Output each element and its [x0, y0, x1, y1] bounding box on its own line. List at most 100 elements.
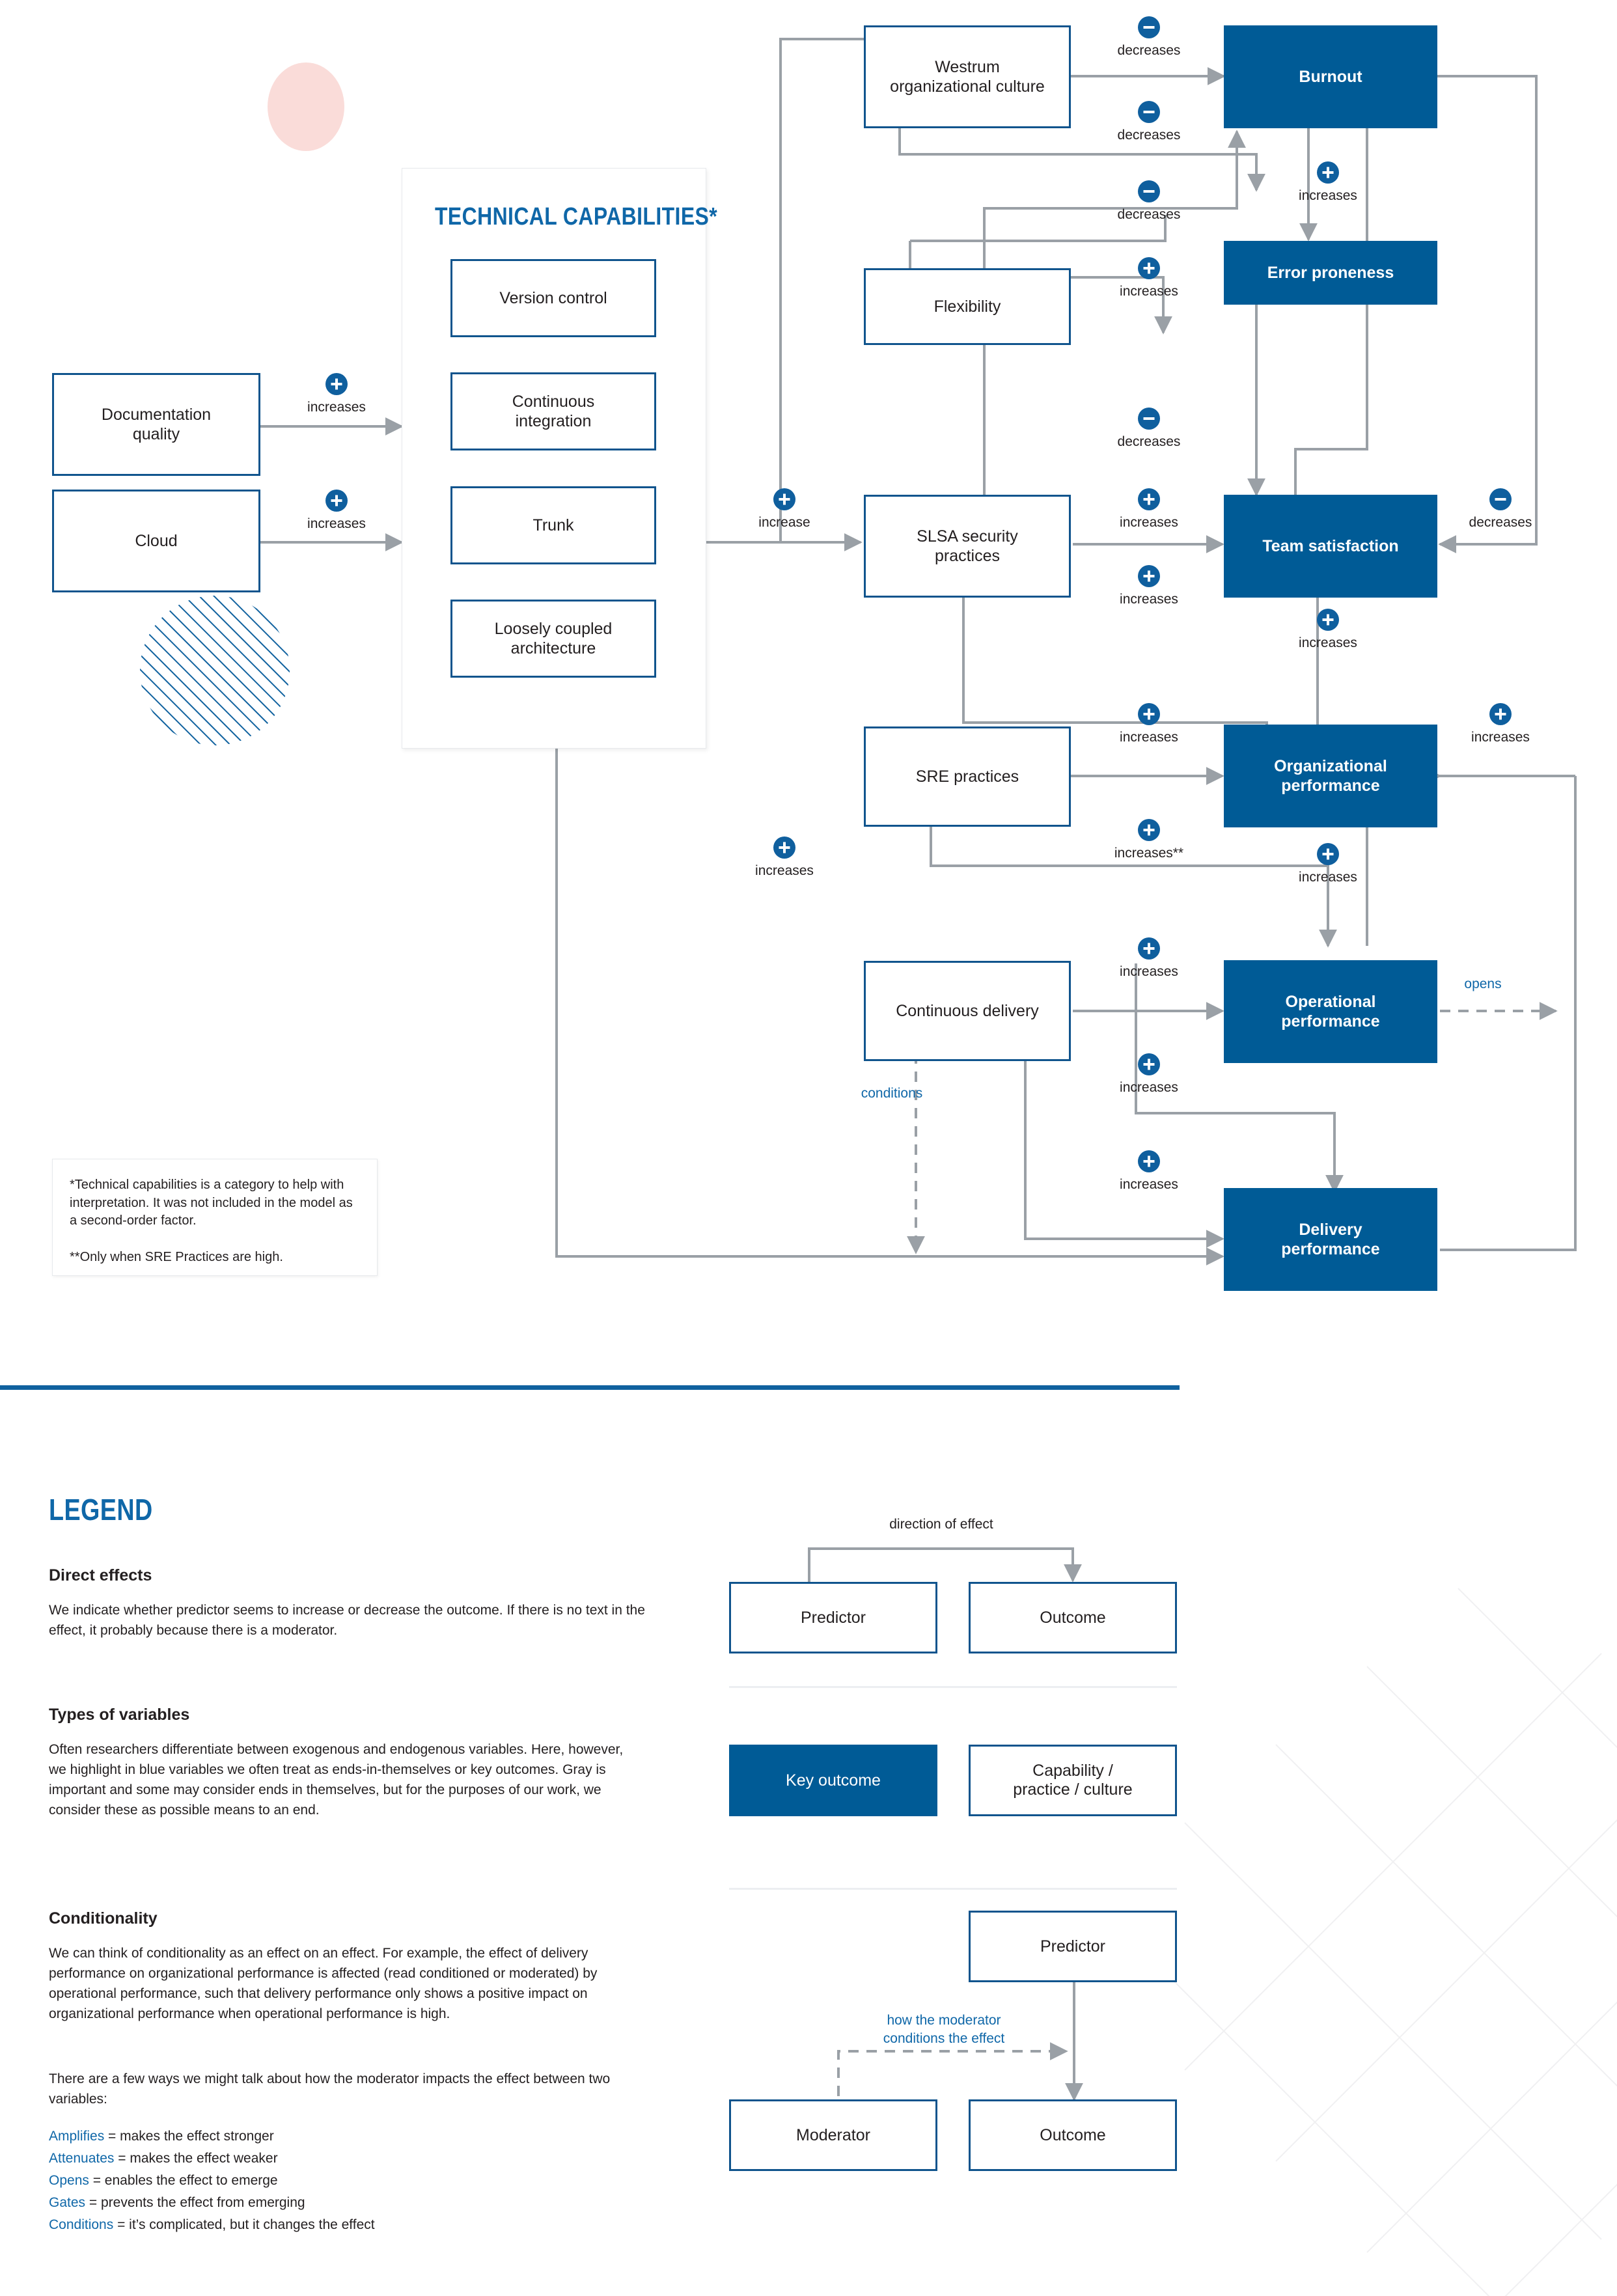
effect-label: decreases: [1117, 128, 1181, 143]
effect-label: increases: [1120, 515, 1178, 530]
legend-moderator-dashed-arrow: [837, 2042, 1068, 2096]
effect-label: decreases: [1469, 515, 1532, 530]
effect-label: increases: [755, 863, 814, 878]
minus-icon: [1138, 16, 1160, 38]
legend-term-key: Attenuates: [49, 2151, 115, 2166]
diagram-footnotes: *Technical capabilities is a category to…: [52, 1159, 378, 1276]
node-label: Organizational performance: [1274, 756, 1387, 795]
legend-node-predictor-2: Predictor: [969, 1911, 1177, 1982]
plus-icon: [1138, 1150, 1160, 1172]
node-label: Operational performance: [1281, 992, 1380, 1031]
node-organizational-performance[interactable]: Organizational performance: [1224, 725, 1437, 827]
footnote-1: *Technical capabilities is a category to…: [70, 1178, 353, 1228]
node-delivery-performance[interactable]: Delivery performance: [1224, 1188, 1437, 1291]
node-documentation-quality[interactable]: Documentation quality: [52, 373, 260, 476]
node-operational-performance[interactable]: Operational performance: [1224, 960, 1437, 1063]
legend-node-outcome: Outcome: [969, 1582, 1177, 1653]
legend-caption-direction-of-effect: direction of effect: [889, 1517, 993, 1532]
effect-opperf-to-orgperf: increases: [1279, 843, 1377, 885]
node-trunk[interactable]: Trunk: [450, 486, 656, 564]
legend-node-label: Moderator: [796, 2125, 870, 2144]
node-continuous-delivery[interactable]: Continuous delivery: [864, 961, 1071, 1061]
node-label: Cloud: [135, 531, 178, 550]
legend-node-label: Capability / practice / culture: [1013, 1762, 1133, 1799]
node-version-control[interactable]: Version control: [450, 259, 656, 337]
plus-icon: [325, 490, 348, 512]
node-slsa-security-practices[interactable]: SLSA security practices: [864, 495, 1071, 598]
plus-icon: [1138, 819, 1160, 841]
legend-separator-1: [729, 1686, 1177, 1688]
effect-label: increase: [758, 515, 810, 530]
effect-slsa-to-burnout: decreases: [1100, 180, 1198, 223]
node-westrum-organizational-culture[interactable]: Westrum organizational culture: [864, 25, 1071, 128]
effect-label: increases: [307, 516, 366, 531]
legend-term-def: = makes the effect weaker: [114, 2151, 278, 2166]
effect-westrum-to-error: decreases: [1100, 101, 1198, 143]
plus-icon: [773, 488, 795, 510]
legend-term-key: Conditions: [49, 2217, 114, 2233]
node-label: Continuous integration: [512, 392, 595, 431]
node-label: Delivery performance: [1281, 1220, 1380, 1259]
effect-label-conditions: conditions: [861, 1086, 923, 1101]
legend-body-conditionality-2: There are a few ways we might talk about…: [49, 2071, 611, 2107]
effect-tc-to-slsa: increase: [736, 488, 833, 531]
effect-label: increases: [1120, 1177, 1178, 1192]
effect-label: increases: [1120, 964, 1178, 979]
effect-error-to-team: decreases: [1100, 408, 1198, 450]
effect-delivery-to-orgperf: increases: [1452, 703, 1549, 745]
footnote-2: **Only when SRE Practices are high.: [70, 1249, 283, 1264]
effect-sre-to-orgperf: increases: [1100, 703, 1198, 745]
node-label: SRE practices: [915, 767, 1019, 786]
node-label: Flexibility: [933, 297, 1001, 316]
plus-icon: [1138, 257, 1160, 279]
effect-tc-to-delivery: increases: [736, 837, 833, 879]
legend-heading-direct-effects: Direct effects: [49, 1566, 152, 1584]
effect-label: increases: [1299, 188, 1357, 203]
minus-icon: [1489, 488, 1512, 510]
node-sre-practices[interactable]: SRE practices: [864, 726, 1071, 827]
node-burnout[interactable]: Burnout: [1224, 25, 1437, 128]
legend-body-types-of-variables: Often researchers differentiate between …: [49, 1742, 624, 1818]
effect-slsa-to-team: increases: [1100, 488, 1198, 531]
effect-label: decreases: [1117, 207, 1181, 222]
legend-term: Gates = prevents the effect from emergin…: [49, 2192, 635, 2214]
node-error-proneness[interactable]: Error proneness: [1224, 241, 1437, 305]
effect-westrum-to-burnout: decreases: [1100, 16, 1198, 59]
effect-cloud-to-tc: increases: [288, 490, 385, 532]
legend-term: Conditions = it’s complicated, but it ch…: [49, 2214, 635, 2236]
plus-icon: [773, 837, 795, 859]
minus-icon: [1138, 180, 1160, 202]
legend-node-outcome-2: Outcome: [969, 2099, 1177, 2171]
legend-node-capability: Capability / practice / culture: [969, 1745, 1177, 1816]
legend-body-conditionality: We can think of conditionality as an eff…: [49, 1946, 598, 2022]
effect-label: increases: [1120, 1080, 1178, 1095]
technical-capabilities-title: TECHNICAL CAPABILITIES*: [435, 203, 718, 230]
legend-node-key-outcome: Key outcome: [729, 1745, 937, 1816]
legend-term: Attenuates = makes the effect weaker: [49, 2148, 635, 2170]
legend-node-label: Outcome: [1040, 2125, 1106, 2144]
legend-body-direct-effects: We indicate whether predictor seems to i…: [49, 1603, 645, 1639]
node-loosely-coupled-architecture[interactable]: Loosely coupled architecture: [450, 600, 656, 678]
effect-flexibility-to-error: increases: [1100, 257, 1198, 299]
effect-cd-to-opperf: increases: [1100, 937, 1198, 980]
node-flexibility[interactable]: Flexibility: [864, 268, 1071, 345]
node-label: Continuous delivery: [896, 1001, 1039, 1020]
legend-separator-2: [729, 1888, 1177, 1890]
legend-term-def: = makes the effect stronger: [104, 2129, 274, 2144]
legend-node-label: Outcome: [1040, 1608, 1106, 1627]
legend-term-def: = enables the effect to emerge: [89, 2173, 278, 2189]
plus-icon: [1138, 565, 1160, 587]
node-cloud[interactable]: Cloud: [52, 490, 260, 592]
legend-term-key: Amplifies: [49, 2129, 105, 2144]
effect-label: increases**: [1114, 846, 1184, 861]
legend-heading-conditionality: Conditionality: [49, 1909, 158, 1928]
node-team-satisfaction[interactable]: Team satisfaction: [1224, 495, 1437, 598]
node-continuous-integration[interactable]: Continuous integration: [450, 372, 656, 450]
effect-burnout-to-error: increases: [1279, 161, 1377, 204]
section-divider: [0, 1385, 1180, 1390]
effect-label: increases: [1299, 635, 1357, 650]
effect-label: increases: [307, 400, 366, 415]
node-label: Trunk: [532, 516, 574, 534]
plus-icon: [1138, 937, 1160, 960]
node-label: Documentation quality: [101, 405, 212, 444]
